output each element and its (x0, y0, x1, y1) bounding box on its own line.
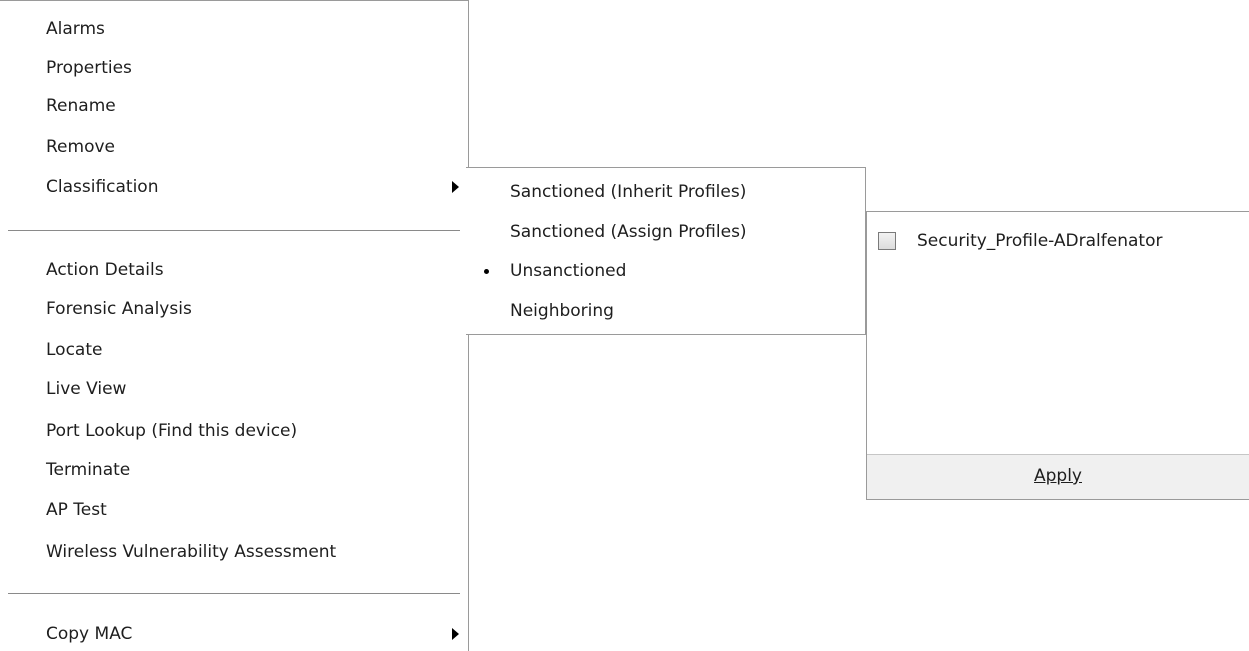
checkbox-icon[interactable] (878, 232, 896, 250)
classification-submenu: Sanctioned (Inherit Profiles) Sanctioned… (466, 167, 897, 335)
submenu-item-sanctioned-assign[interactable]: Sanctioned (Assign Profiles) (510, 214, 897, 250)
submenu-item-unsanctioned-label: Unsanctioned (510, 261, 627, 281)
caret-right-icon (452, 628, 459, 640)
menu-item-classification-label: Classification (46, 177, 159, 197)
apply-bar: Apply (867, 454, 1249, 499)
menu-item-remove[interactable]: Remove (46, 129, 468, 165)
menu-item-terminate[interactable]: Terminate (46, 452, 468, 488)
security-profiles-panel: Security_Profile-ADralfenator Apply (866, 211, 1249, 500)
caret-right-icon (452, 181, 459, 193)
menu-separator (8, 593, 460, 594)
menu-item-wireless-vulnerability-assessment[interactable]: Wireless Vulnerability Assessment (46, 534, 468, 570)
bullet-icon (484, 269, 489, 274)
menu-item-ap-test[interactable]: AP Test (46, 492, 468, 528)
submenu-item-sanctioned-assign-label: Sanctioned (Assign Profiles) (510, 222, 747, 242)
context-menu: Alarms Properties Rename Remove Classifi… (0, 0, 469, 651)
menu-item-copy-mac-label: Copy MAC (46, 624, 133, 644)
submenu-item-neighboring[interactable]: Neighboring (510, 293, 865, 329)
menu-item-live-view[interactable]: Live View (46, 371, 468, 407)
apply-button[interactable]: Apply (1034, 466, 1082, 486)
menu-item-properties[interactable]: Properties (46, 50, 468, 86)
menu-item-copy-mac[interactable]: Copy MAC (46, 616, 468, 651)
menu-item-classification[interactable]: Classification (46, 169, 468, 205)
menu-item-rename[interactable]: Rename (46, 88, 468, 124)
submenu-item-unsanctioned[interactable]: Unsanctioned (466, 253, 865, 289)
menu-item-action-details[interactable]: Action Details (46, 252, 468, 288)
submenu-item-sanctioned-inherit[interactable]: Sanctioned (Inherit Profiles) (510, 174, 865, 210)
menu-item-port-lookup[interactable]: Port Lookup (Find this device) (46, 413, 468, 449)
profile-label: Security_Profile-ADralfenator (917, 231, 1163, 251)
menu-item-locate[interactable]: Locate (46, 332, 468, 368)
menu-item-alarms[interactable]: Alarms (46, 11, 468, 47)
menu-item-forensic-analysis[interactable]: Forensic Analysis (46, 291, 468, 327)
menu-separator (8, 230, 460, 231)
